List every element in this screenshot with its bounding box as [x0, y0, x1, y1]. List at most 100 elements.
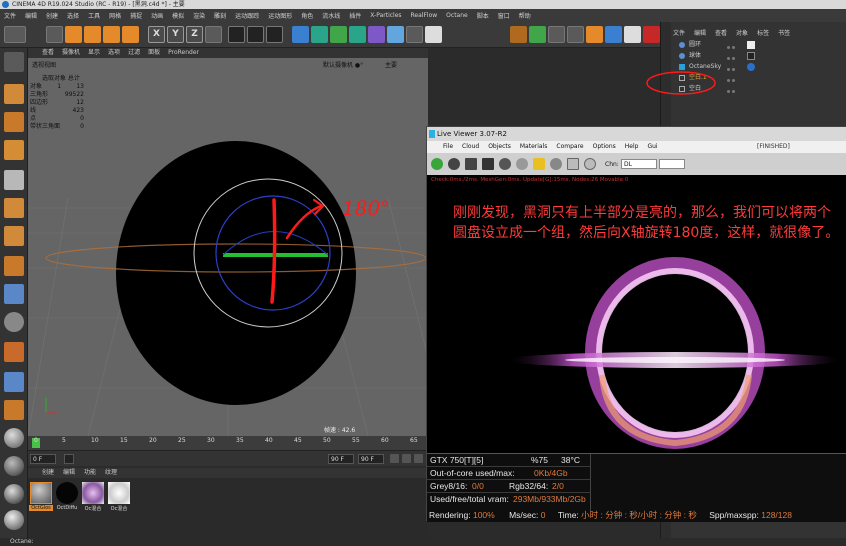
menu-item[interactable]: 帮助	[519, 11, 531, 20]
polygons-mode-icon[interactable]	[4, 226, 24, 246]
recent-tool-icon[interactable]	[122, 26, 139, 43]
picture-viewer-icon[interactable]	[567, 26, 584, 43]
menu-item[interactable]: 网格	[109, 11, 121, 20]
menu-item[interactable]: 编辑	[25, 11, 37, 20]
gear-icon[interactable]	[431, 158, 443, 170]
object-menu-item[interactable]: 标签	[757, 28, 769, 38]
lv-menu-item[interactable]: Cloud	[462, 141, 479, 153]
render-view-icon[interactable]	[228, 26, 245, 43]
object-menu-item[interactable]: 文件	[673, 28, 685, 38]
pen-spline-icon[interactable]	[311, 26, 328, 43]
pause-icon[interactable]	[465, 158, 477, 170]
lv-menu-item[interactable]: Compare	[556, 141, 583, 153]
viewport-menu-item[interactable]: 摄像机	[62, 48, 80, 58]
select-arrow-icon[interactable]	[46, 26, 63, 43]
menu-item[interactable]: 流水线	[322, 11, 340, 20]
light-icon[interactable]	[425, 26, 442, 43]
menu-item[interactable]: 角色	[301, 11, 313, 20]
plugin-xp-icon[interactable]	[510, 26, 527, 43]
channel-value[interactable]	[659, 159, 685, 169]
viewport-menu-item[interactable]: 查看	[42, 48, 54, 58]
menu-item[interactable]: 运动图形	[268, 11, 292, 20]
max-frame-field[interactable]: 90 F	[358, 454, 384, 464]
rotate-icon[interactable]	[103, 26, 120, 43]
material-name[interactable]: Oc混合	[107, 505, 131, 512]
y-axis-lock-icon[interactable]: Y	[167, 26, 184, 43]
perspective-viewport[interactable]: 透视视图 默认摄像机 ●° 主要 选取对象 总计 对象 1 13 三角形 99522 …	[28, 58, 428, 436]
material-sphere-icon[interactable]	[4, 510, 24, 530]
lock-workplane-icon[interactable]	[4, 400, 24, 420]
scale-icon[interactable]	[84, 26, 101, 43]
lv-menu-item[interactable]: Options	[593, 141, 616, 153]
camera-icon[interactable]	[406, 26, 423, 43]
end-frame-field[interactable]: 90 F	[328, 454, 354, 464]
plugin-render-icon[interactable]	[548, 26, 565, 43]
settings-icon[interactable]	[499, 158, 511, 170]
object-name[interactable]: 球体	[689, 51, 701, 61]
object-row-torus[interactable]: 圆环	[671, 40, 846, 50]
cloner-icon[interactable]	[349, 26, 366, 43]
material-swatch[interactable]	[56, 482, 78, 504]
object-menu-item[interactable]: 编辑	[694, 28, 706, 38]
menu-item[interactable]: 渲染	[193, 11, 205, 20]
material-tag-icon[interactable]	[747, 52, 755, 60]
lv-menu-item[interactable]: Objects	[488, 141, 511, 153]
viewport-main-tab[interactable]: 主要	[385, 60, 397, 69]
stop-icon[interactable]	[482, 158, 494, 170]
plugin-realflow-icon[interactable]	[529, 26, 546, 43]
menu-item[interactable]: 模拟	[172, 11, 184, 20]
menu-item[interactable]: 创建	[46, 11, 58, 20]
texture-mode-icon[interactable]	[4, 112, 24, 132]
object-menu-item[interactable]: 书签	[778, 28, 790, 38]
object-menu-item[interactable]: 查看	[715, 28, 727, 38]
refresh-icon[interactable]	[448, 158, 460, 170]
octane-material-icon[interactable]	[605, 26, 622, 43]
menu-item[interactable]: 选择	[67, 11, 79, 20]
environment-tag-icon[interactable]	[747, 63, 755, 71]
start-frame-field[interactable]: 0 F	[30, 454, 56, 464]
viewport-menu-item[interactable]: 过滤	[128, 48, 140, 58]
material-swatch[interactable]	[108, 482, 130, 504]
z-axis-lock-icon[interactable]: Z	[186, 26, 203, 43]
material-menu-item[interactable]: 编辑	[63, 468, 75, 478]
viewport-menu-item[interactable]: ProRender	[168, 48, 199, 58]
object-menu-item[interactable]: 对象	[736, 28, 748, 38]
x-axis-lock-icon[interactable]: X	[148, 26, 165, 43]
material-sphere-icon[interactable]	[4, 484, 24, 504]
material-sphere-icon[interactable]	[4, 456, 24, 476]
visibility-dots[interactable]	[727, 76, 741, 82]
visibility-dots[interactable]	[727, 54, 741, 60]
menu-item[interactable]: 工具	[88, 11, 100, 20]
material-sphere-icon[interactable]	[4, 428, 24, 448]
menu-item[interactable]: RealFlow	[411, 12, 438, 19]
workplane-icon[interactable]	[4, 140, 24, 160]
viewport-camera-label[interactable]: 默认摄像机 ●°	[323, 60, 363, 69]
material-name[interactable]: OctDiffu	[55, 505, 79, 511]
menu-item[interactable]: Octane	[446, 12, 468, 19]
visibility-dots[interactable]	[727, 87, 741, 93]
menu-item[interactable]: 窗口	[498, 11, 510, 20]
magnet-icon[interactable]	[4, 342, 24, 362]
subdivision-icon[interactable]	[330, 26, 347, 43]
edges-mode-icon[interactable]	[4, 198, 24, 218]
snap-icon[interactable]	[4, 312, 24, 332]
lv-menu-item[interactable]: Help	[625, 141, 639, 153]
material-pick-icon[interactable]	[550, 158, 562, 170]
menu-item[interactable]: 雕刻	[214, 11, 226, 20]
timeline-ruler[interactable]: 0 5 10 15 20 25 30 35 40 45 50 55 60 65	[28, 436, 428, 450]
focus-pick-icon[interactable]	[584, 158, 596, 170]
region-icon[interactable]	[516, 158, 528, 170]
octane-settings-icon[interactable]	[624, 26, 641, 43]
points-mode-icon[interactable]	[4, 170, 24, 190]
save-image-icon[interactable]	[567, 158, 579, 170]
viewport-menu-item[interactable]: 选项	[108, 48, 120, 58]
material-name[interactable]: Oc混合	[81, 505, 105, 512]
axis-mode-icon[interactable]	[4, 256, 24, 276]
material-name[interactable]: OctGlos	[29, 505, 53, 511]
material-tag-icon[interactable]	[747, 41, 755, 49]
deformer-icon[interactable]	[368, 26, 385, 43]
frame-stepper[interactable]	[64, 454, 74, 464]
grid-icon[interactable]	[4, 372, 24, 392]
lv-menu-item[interactable]: Materials	[520, 141, 548, 153]
material-menu-item[interactable]: 功能	[84, 468, 96, 478]
